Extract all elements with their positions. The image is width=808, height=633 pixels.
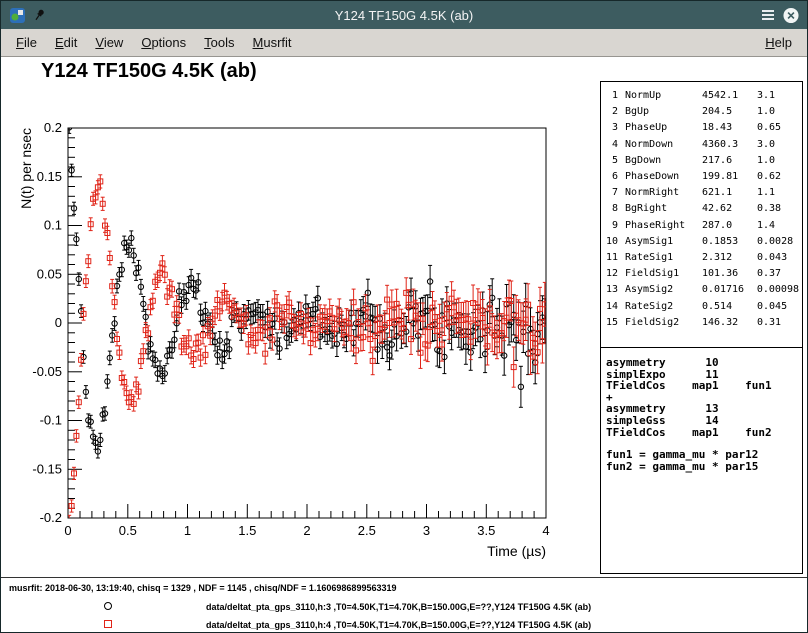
svg-text:-0.05: -0.05 (32, 364, 62, 379)
svg-text:0.5: 0.5 (119, 523, 137, 538)
param-row: 5BgDown217.61.0 (604, 153, 799, 169)
svg-text:N(t) per nsec: N(t) per nsec (18, 128, 34, 209)
svg-text:3.5: 3.5 (477, 523, 495, 538)
param-row: 13AsymSig20.017160.00098 (604, 282, 799, 298)
svg-text:0.15: 0.15 (37, 169, 62, 184)
svg-text:0.1: 0.1 (44, 218, 62, 233)
theory-box: asymmetry 10 simplExpo 11 TFieldCos map1… (600, 348, 803, 574)
close-icon[interactable] (783, 7, 799, 23)
svg-text:2: 2 (303, 523, 310, 538)
param-row: 7NormRight621.11.1 (604, 185, 799, 201)
functions-text: fun1 = gamma_mu * par12 fun2 = gamma_mu … (606, 449, 797, 472)
menu-edit[interactable]: Edit (46, 30, 86, 55)
menu-help[interactable]: Help (756, 30, 801, 55)
param-row: 10AsymSig10.18530.0028 (604, 234, 799, 250)
legend-label: data/deltat_pta_gps_3110,h:3 ,T0=4.50K,T… (206, 602, 591, 612)
svg-text:-0.1: -0.1 (40, 413, 62, 428)
param-row: 1NormUp4542.13.1 (604, 88, 799, 104)
titlebar[interactable]: Y124 TF150G 4.5K (ab) (1, 1, 807, 29)
svg-text:0: 0 (64, 523, 71, 538)
param-row: 2BgUp204.51.0 (604, 104, 799, 120)
param-table-body: 1NormUp4542.13.12BgUp204.51.03PhaseUp18.… (604, 88, 799, 331)
window-menu-icon[interactable] (760, 7, 776, 23)
svg-text:0.05: 0.05 (37, 266, 62, 281)
param-row: 11RateSig12.3120.043 (604, 250, 799, 266)
theory-text: asymmetry 10 simplExpo 11 TFieldCos map1… (606, 357, 797, 438)
menu-view[interactable]: View (86, 30, 132, 55)
param-row: 6PhaseDown199.810.62 (604, 169, 799, 185)
param-row: 12FieldSig1101.360.37 (604, 266, 799, 282)
menu-tools[interactable]: Tools (195, 30, 243, 55)
svg-text:2.5: 2.5 (358, 523, 376, 538)
param-row: 9PhaseRight287.01.4 (604, 218, 799, 234)
menu-musrfit[interactable]: Musrfit (244, 30, 301, 55)
param-row: 8BgRight42.620.38 (604, 201, 799, 217)
app-window: Y124 TF150G 4.5K (ab) FileEditViewOption… (0, 0, 808, 633)
plot-canvas[interactable]: Y124 TF150G 4.5K (ab) 00.511.522.533.54-… (1, 58, 807, 632)
window-title: Y124 TF150G 4.5K (ab) (55, 8, 753, 23)
menubar: FileEditViewOptionsToolsMusrfit Help (1, 29, 807, 57)
svg-text:1: 1 (184, 523, 191, 538)
menu-options[interactable]: Options (132, 30, 195, 55)
svg-text:Time (µs): Time (µs) (487, 543, 546, 559)
legend-entry-h4: data/deltat_pta_gps_3110,h:4 ,T0=4.50K,T… (1, 617, 807, 633)
param-row: 14RateSig20.5140.045 (604, 299, 799, 315)
svg-text:1.5: 1.5 (238, 523, 256, 538)
menu-file[interactable]: File (7, 30, 46, 55)
menubar-items: FileEditViewOptionsToolsMusrfit (7, 30, 301, 55)
param-row: 15FieldSig2146.320.31 (604, 315, 799, 331)
svg-text:-0.15: -0.15 (32, 461, 62, 476)
pin-icon[interactable] (32, 7, 48, 23)
legend-entry-h3: data/deltat_pta_gps_3110,h:3 ,T0=4.50K,T… (1, 599, 807, 615)
svg-text:4: 4 (542, 523, 549, 538)
svg-text:-0.2: -0.2 (40, 510, 62, 525)
svg-text:3: 3 (423, 523, 430, 538)
legend-label: data/deltat_pta_gps_3110,h:4 ,T0=4.50K,T… (206, 620, 591, 630)
param-row: 4NormDown4360.33.0 (604, 137, 799, 153)
parameter-box: 1NormUp4542.13.12BgUp204.51.03PhaseUp18.… (600, 81, 803, 348)
fit-status-text: musrfit: 2018-06-30, 13:19:40, chisq = 1… (9, 583, 396, 593)
svg-text:0: 0 (55, 315, 62, 330)
chart[interactable]: 0 0.5 1 1.5 2 2.5 3 3.5 4 -0.2 -0.15 -0.1 -0.05 0 0.05… (1, 58, 601, 578)
svg-text:0.2: 0.2 (44, 120, 62, 135)
app-icon (9, 7, 25, 23)
param-row: 3PhaseUp18.430.65 (604, 120, 799, 136)
status-strip: musrfit: 2018-06-30, 13:19:40, chisq = 1… (1, 577, 807, 632)
open-square-marker-icon (104, 620, 112, 628)
open-circle-marker-icon (104, 602, 112, 610)
